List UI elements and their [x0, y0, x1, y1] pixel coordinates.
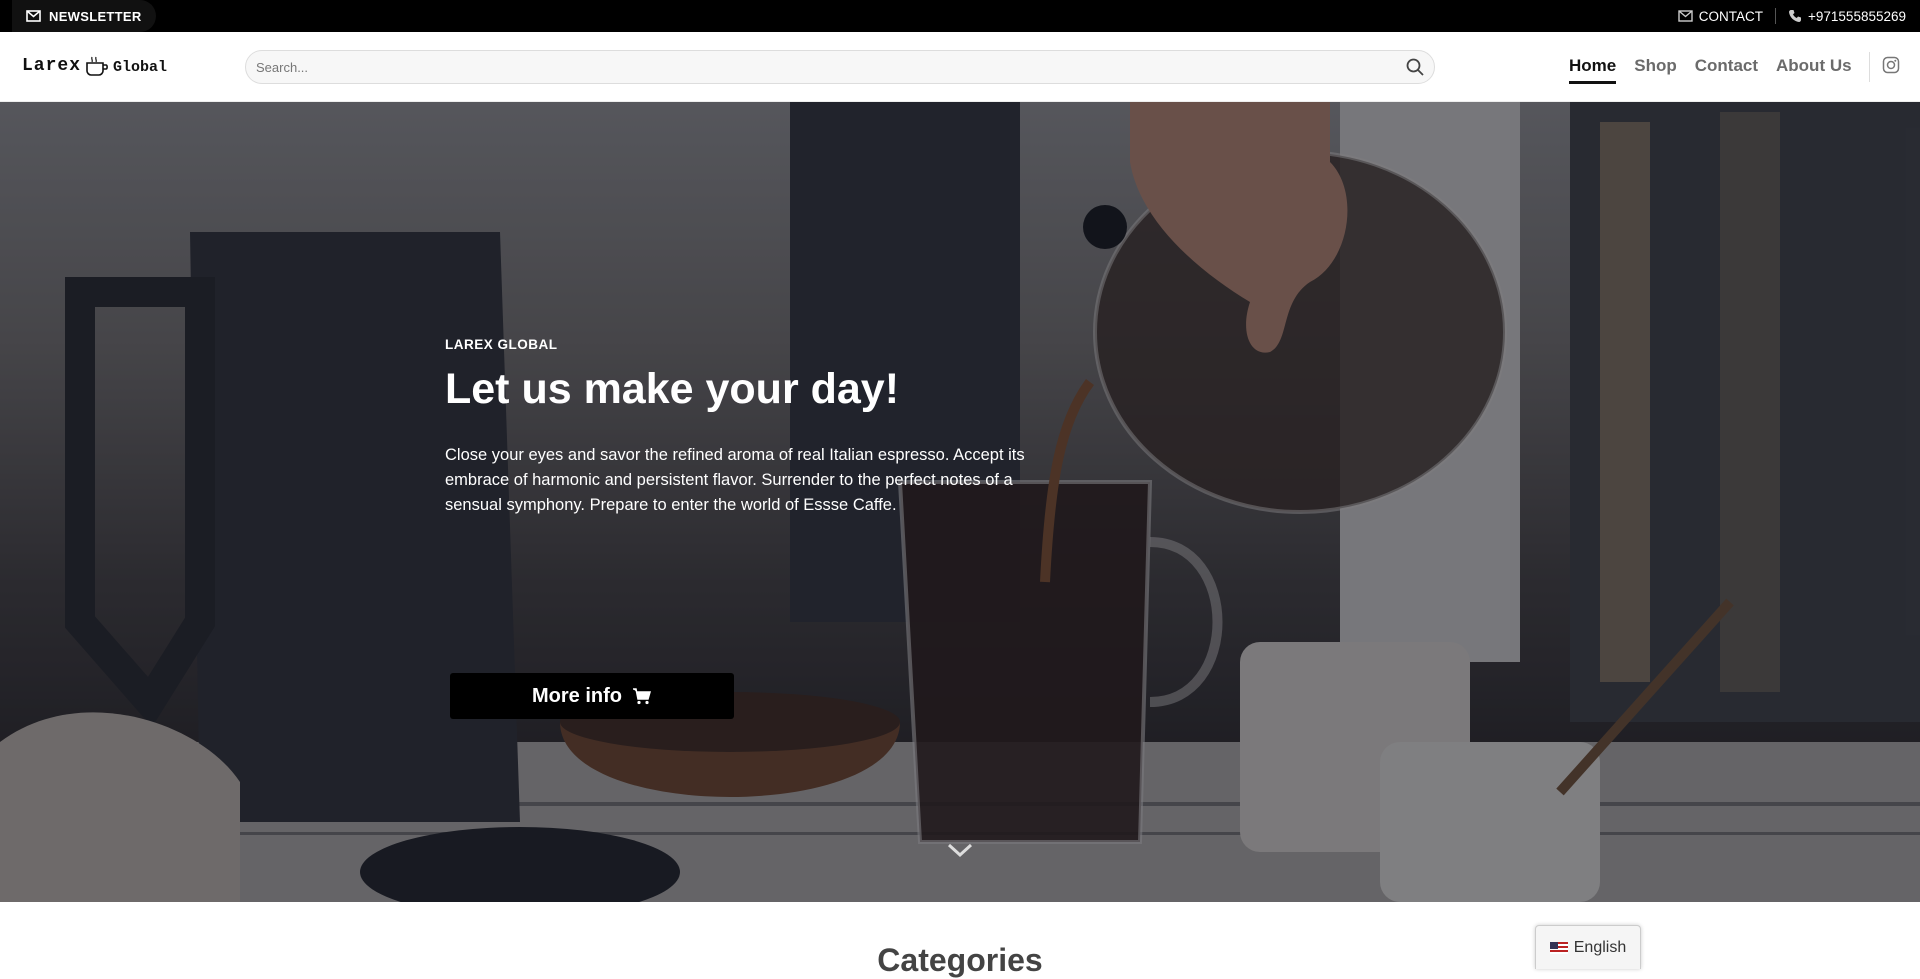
instagram-icon[interactable] — [1882, 56, 1900, 74]
envelope-icon — [26, 10, 41, 22]
divider — [1869, 52, 1870, 82]
phone-icon — [1789, 10, 1802, 22]
us-flag-icon — [1549, 941, 1568, 954]
language-label: English — [1573, 938, 1627, 956]
search-bar — [245, 50, 1435, 84]
nav-contact[interactable]: Contact — [1695, 56, 1758, 84]
phone-link[interactable]: +971555855269 — [1788, 9, 1906, 24]
newsletter-label: NEWSLETTER — [49, 8, 142, 24]
site-logo[interactable]: Larex Global — [22, 56, 167, 76]
envelope-icon — [1678, 10, 1693, 22]
search-input[interactable] — [256, 51, 1376, 83]
site-header: Larex Global Home Shop Contact About Us — [0, 32, 1920, 102]
nav-shop[interactable]: Shop — [1634, 56, 1677, 84]
search-icon[interactable] — [1406, 58, 1424, 76]
contact-link[interactable]: CONTACT — [1678, 9, 1763, 24]
hero-content: LAREX GLOBAL Let us make your day! Close… — [445, 337, 1045, 719]
hero-headline: Let us make your day! — [445, 365, 900, 413]
hero-description: Close your eyes and savor the refined ar… — [445, 446, 1025, 515]
nav-home[interactable]: Home — [1569, 56, 1617, 84]
newsletter-button[interactable]: NEWSLETTER — [12, 0, 156, 32]
shopping-cart-icon — [633, 688, 651, 705]
more-info-button[interactable]: More info — [450, 673, 734, 719]
top-bar: NEWSLETTER CONTACT +971555855269 — [0, 0, 1920, 32]
coffee-cup-icon — [86, 56, 108, 76]
scroll-down-chevron-icon[interactable] — [946, 842, 974, 858]
nav-about-us[interactable]: About Us — [1776, 56, 1852, 84]
logo-text-global: Global — [113, 59, 168, 76]
main-nav: Home Shop Contact About Us — [1569, 56, 1852, 84]
contact-label: CONTACT — [1698, 8, 1764, 24]
divider — [1775, 8, 1777, 24]
hero-kicker: LAREX GLOBAL — [445, 337, 558, 352]
logo-text-larex: Larex — [22, 56, 82, 76]
language-switcher[interactable]: English — [1535, 925, 1641, 969]
more-info-label: More info — [532, 684, 622, 707]
phone-number: +971555855269 — [1808, 8, 1906, 24]
hero-banner: LAREX GLOBAL Let us make your day! Close… — [0, 102, 1920, 902]
